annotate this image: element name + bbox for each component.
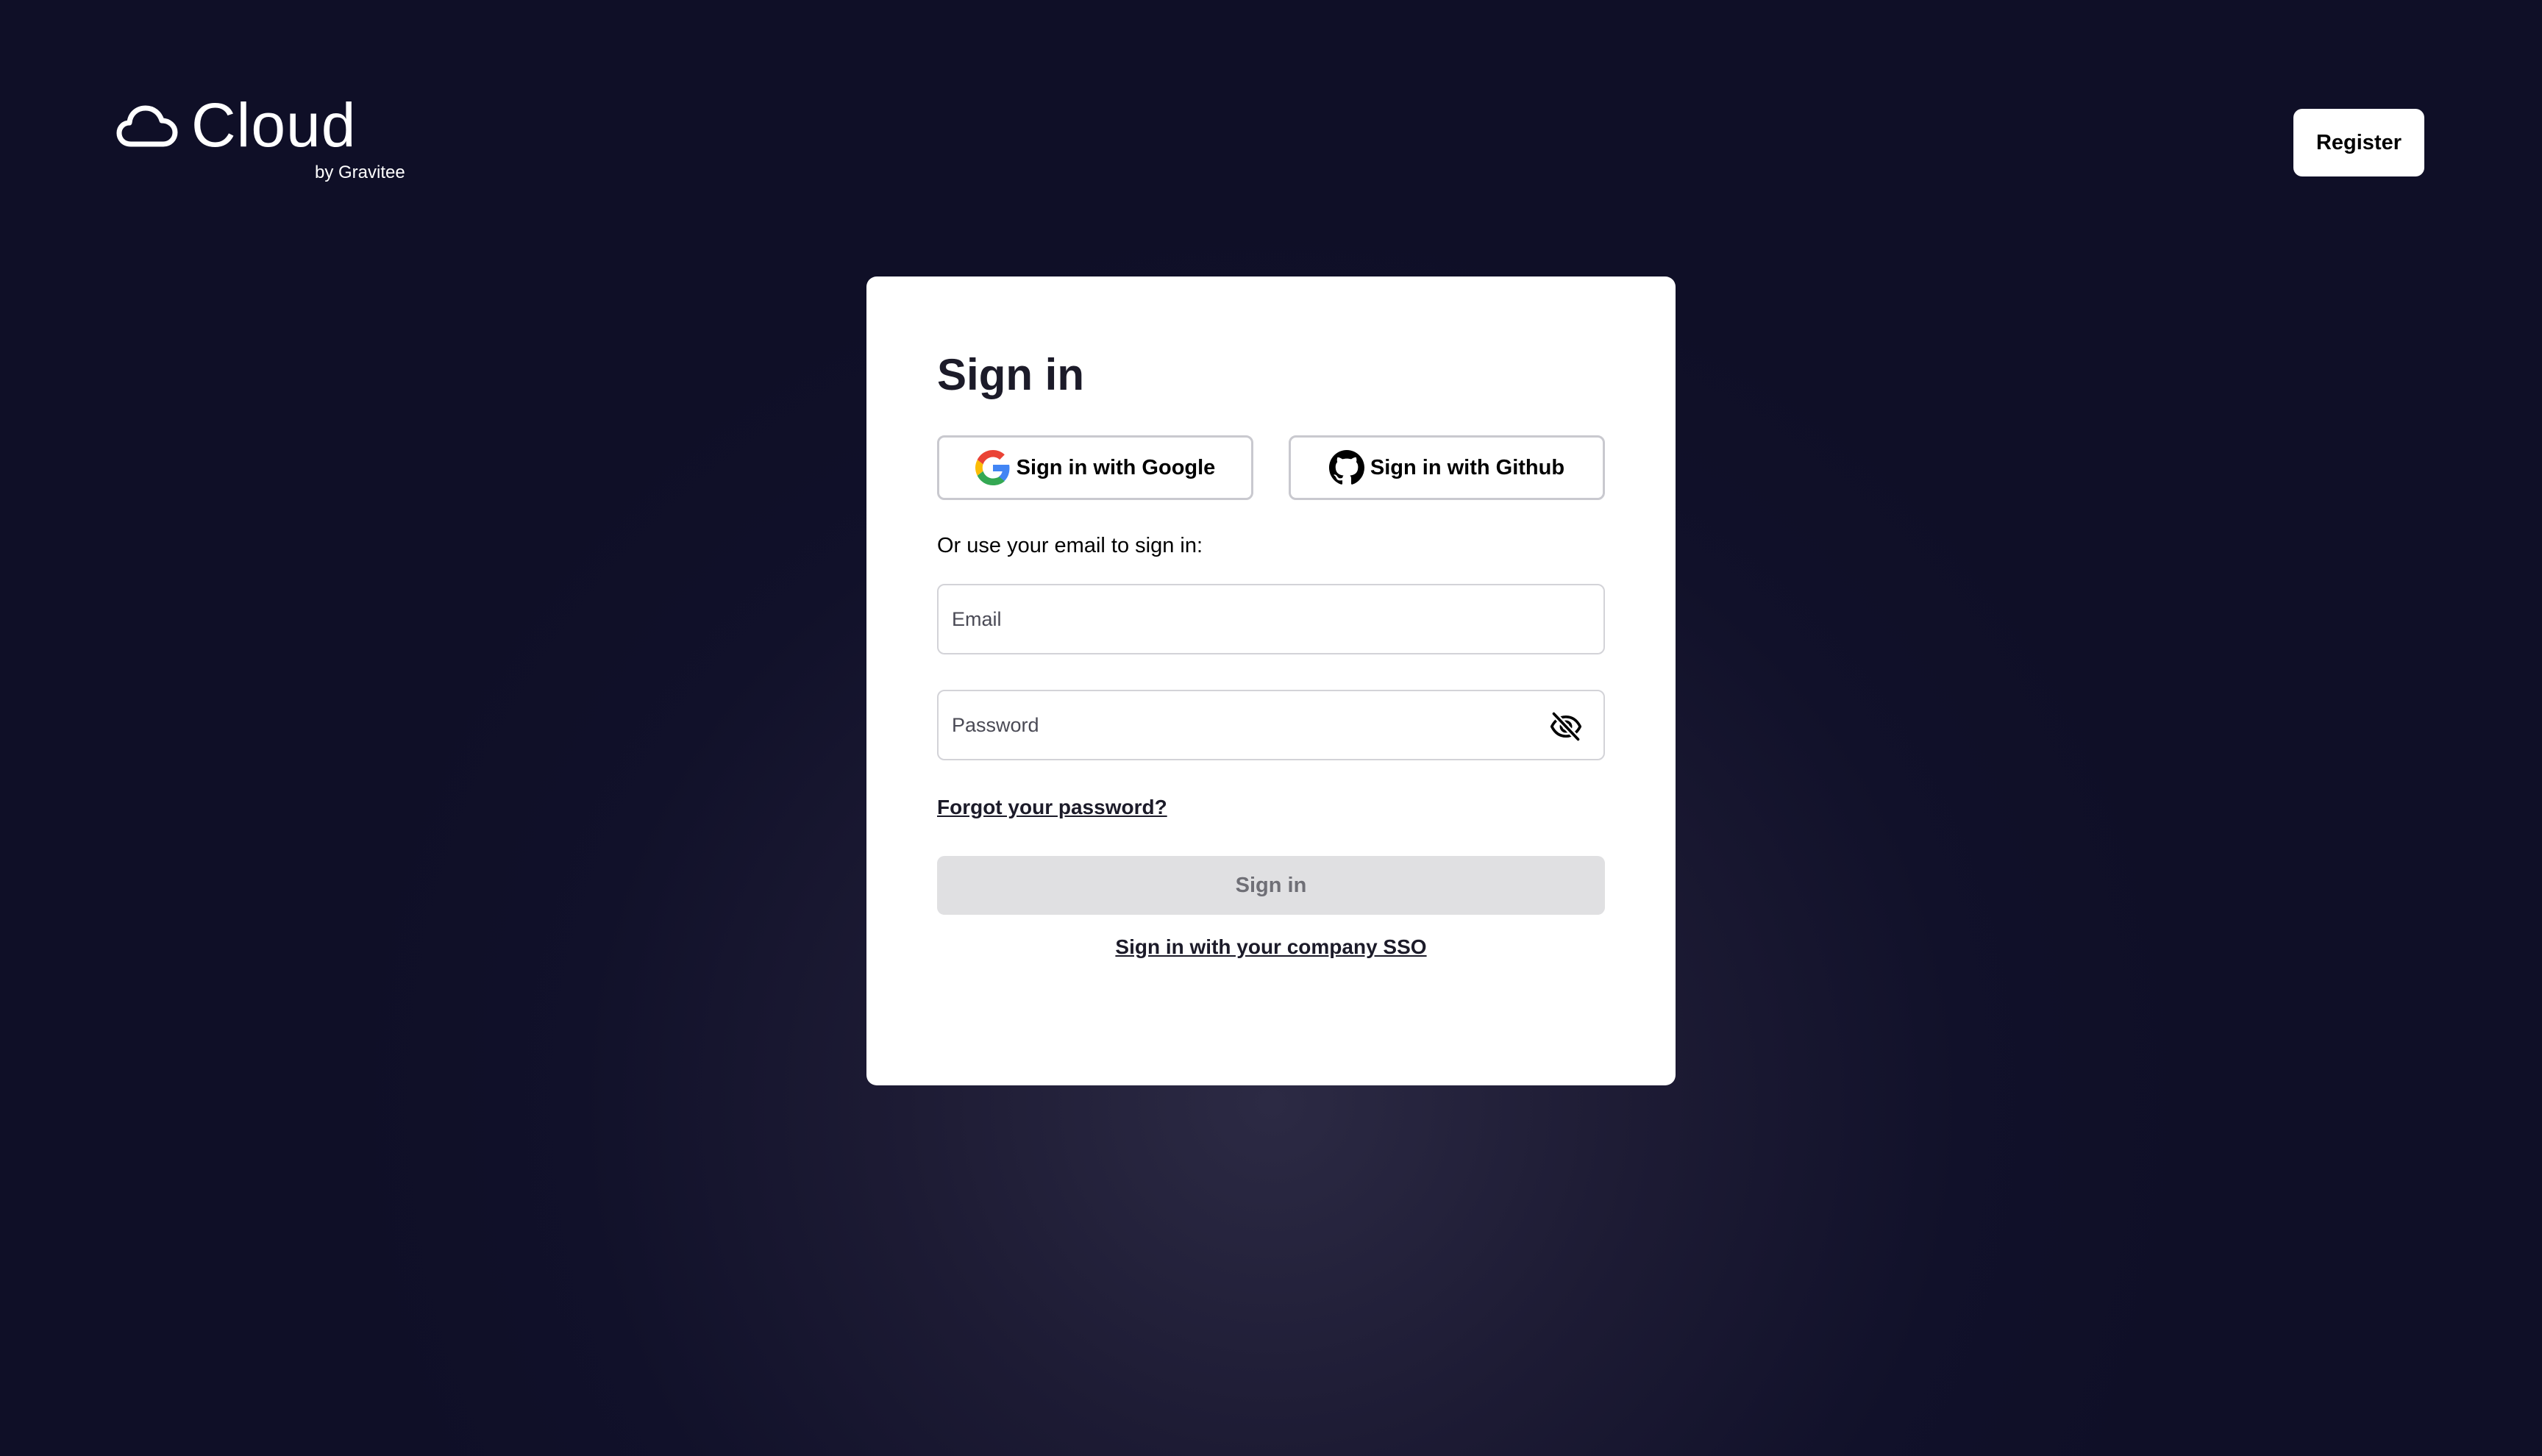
google-signin-label: Sign in with Google	[1016, 455, 1216, 479]
email-signin-prompt: Or use your email to sign in:	[937, 534, 1203, 557]
cloud-icon	[116, 105, 178, 147]
github-signin-button[interactable]: Sign in with Github	[1289, 435, 1605, 500]
google-icon	[975, 450, 1010, 485]
brand-logo: Cloud by Gravitee	[116, 90, 425, 196]
page-title: Sign in	[937, 350, 1084, 399]
forgot-password-link[interactable]: Forgot your password?	[937, 793, 1167, 822]
email-field-container	[937, 584, 1605, 654]
brand-tagline: by Gravitee	[315, 163, 405, 182]
github-icon	[1328, 450, 1364, 485]
google-signin-button[interactable]: Sign in with Google	[937, 435, 1253, 500]
signin-card: Sign in Sign in with Google Sign in with…	[866, 276, 1676, 1085]
sso-signin-link[interactable]: Sign in with your company SSO	[937, 932, 1605, 962]
password-field-container	[937, 690, 1605, 760]
eye-off-icon[interactable]	[1549, 710, 1583, 743]
email-field[interactable]	[939, 585, 1603, 653]
register-button[interactable]: Register	[2293, 109, 2424, 176]
password-field[interactable]	[939, 691, 1603, 759]
brand-name: Cloud	[191, 90, 357, 160]
github-signin-label: Sign in with Github	[1370, 455, 1565, 479]
signin-submit-button[interactable]: Sign in	[937, 856, 1605, 915]
